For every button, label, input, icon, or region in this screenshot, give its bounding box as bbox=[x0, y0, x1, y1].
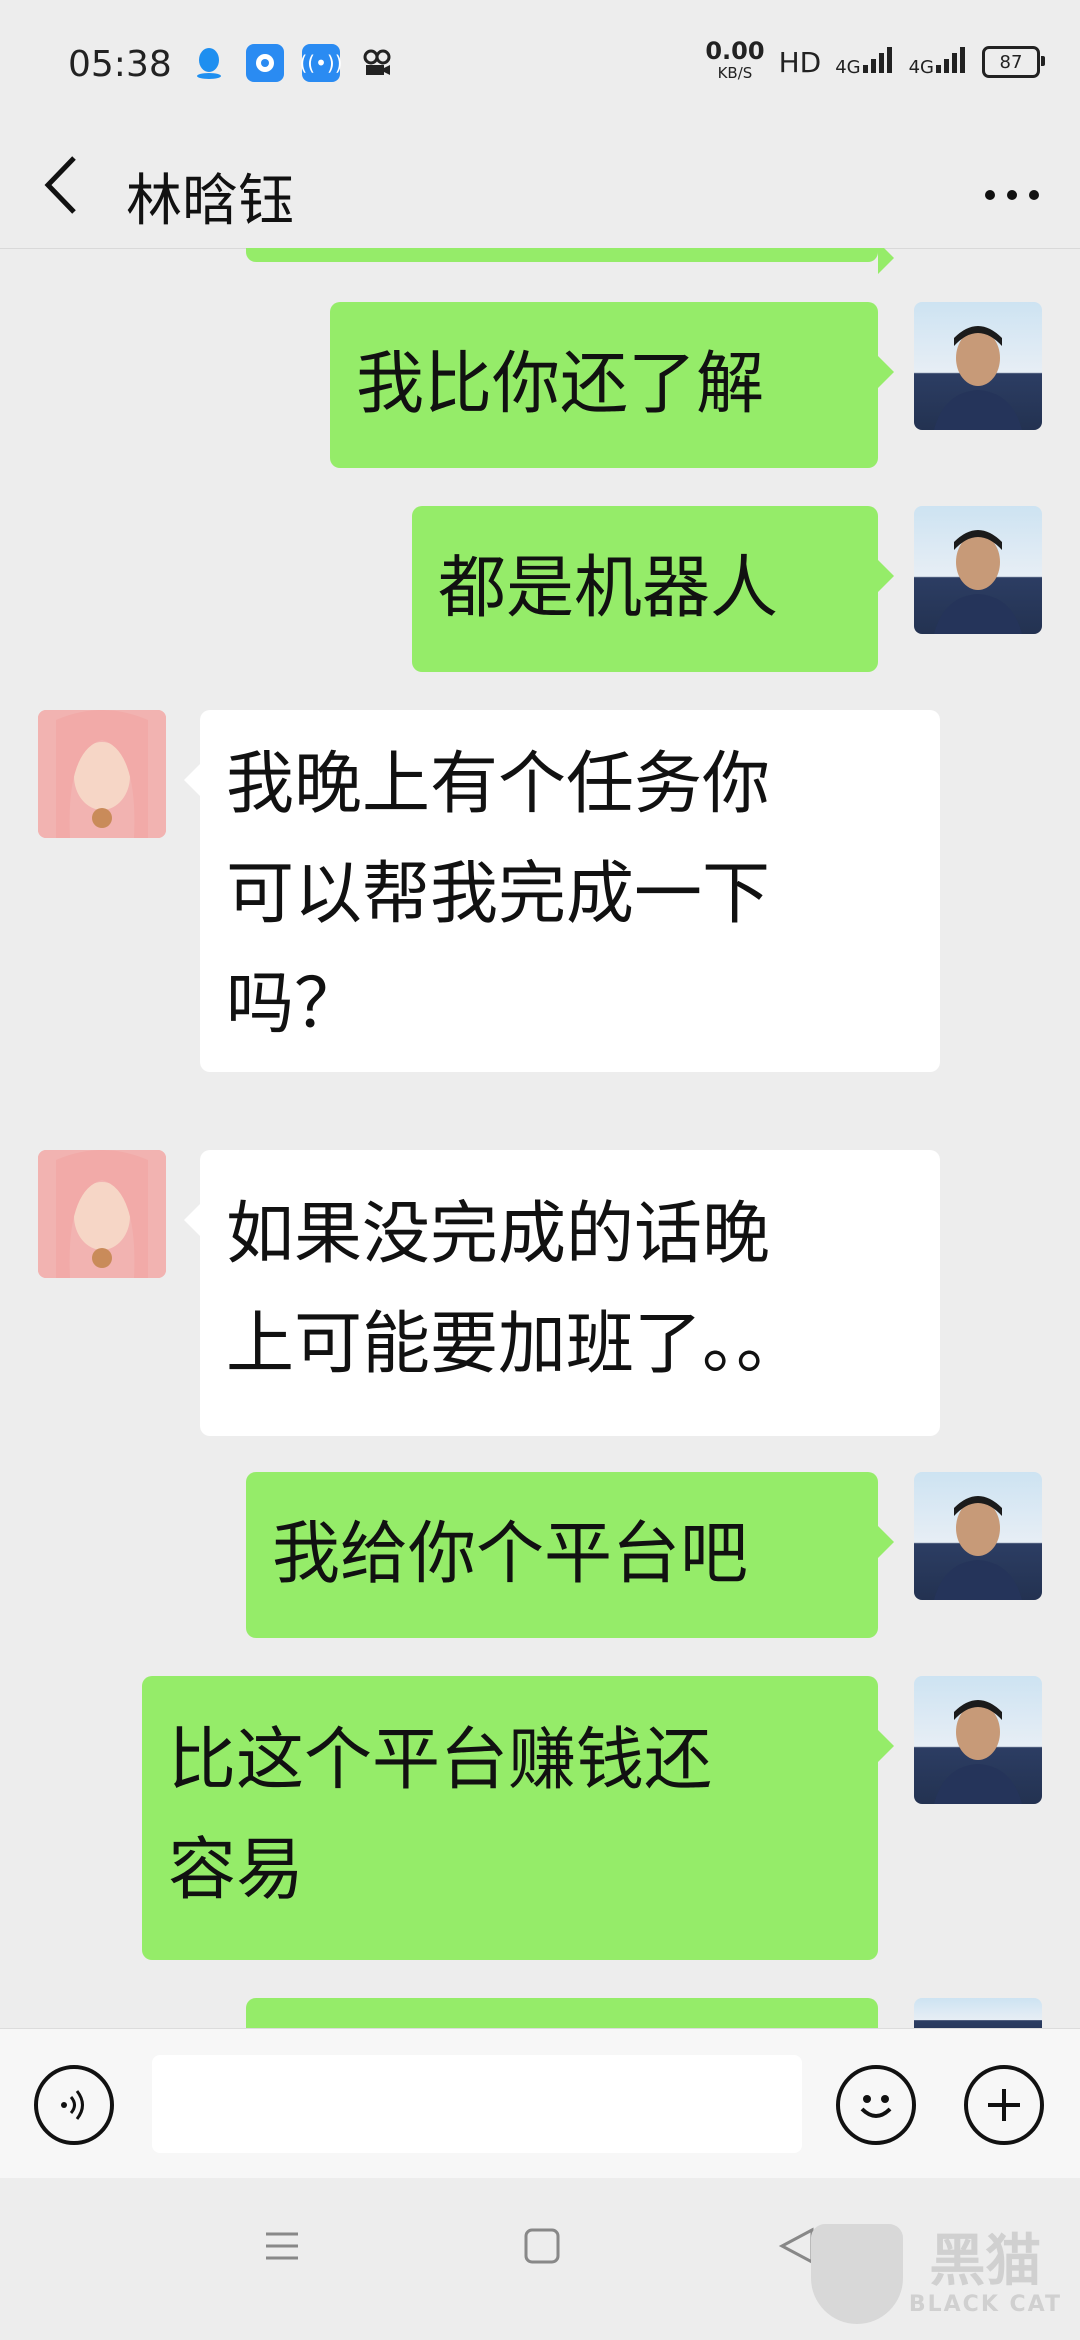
status-time: 05:38 bbox=[68, 44, 172, 85]
status-bar: 05:38 ((•)) 0.00 KB/S HD 4G 4G 87 bbox=[0, 0, 1080, 130]
signal-1: 4G bbox=[835, 46, 895, 78]
message-line: 吗？ bbox=[226, 965, 363, 1044]
hd-label: HD bbox=[778, 45, 822, 79]
message-input[interactable] bbox=[152, 2055, 802, 2153]
message-line: 上可能要加班了。。 bbox=[226, 1305, 805, 1384]
signal-2: 4G bbox=[908, 46, 968, 78]
message-line: 容易 bbox=[168, 1831, 305, 1910]
message-line: 如果没完成的话晚 bbox=[226, 1195, 771, 1274]
message-bubble-sent[interactable]: 我比你还了解 bbox=[330, 302, 894, 468]
plus-icon[interactable] bbox=[964, 2065, 1044, 2145]
message-line: 我晚上有个任务你 bbox=[226, 745, 771, 824]
voice-icon[interactable] bbox=[34, 2065, 114, 2145]
message-bubble-received[interactable]: 我晚上有个任务你 可以帮我完成一下 吗？ bbox=[184, 710, 940, 1072]
avatar-self[interactable] bbox=[914, 302, 1042, 430]
net-speed: 0.00 KB/S bbox=[705, 37, 765, 84]
watermark-text: 黑猫 BLACK CAT bbox=[908, 2228, 1062, 2317]
cat-logo-icon bbox=[810, 2224, 903, 2324]
avatar-self[interactable] bbox=[914, 1998, 1042, 2028]
message-bubble-received[interactable]: 如果没完成的话晚 上可能要加班了。。 bbox=[184, 1150, 940, 1436]
menu-icon[interactable] bbox=[262, 2226, 302, 2277]
net-speed-unit: KB/S bbox=[717, 64, 753, 82]
message-bubble-sent[interactable]: 我给你个平台吧 bbox=[246, 1472, 894, 1638]
qq-icon bbox=[190, 44, 228, 82]
watermark-en: BLACK CAT bbox=[908, 2291, 1062, 2317]
net-speed-value: 0.00 bbox=[705, 37, 765, 65]
emoji-icon[interactable] bbox=[836, 2065, 916, 2145]
avatar-contact[interactable] bbox=[38, 1150, 166, 1278]
status-app-icons: ((•)) bbox=[190, 44, 396, 82]
signal-2-label: 4G bbox=[908, 56, 934, 78]
contact-name: 林晗钰 bbox=[126, 169, 294, 234]
message-text: 都是机器人 bbox=[438, 549, 779, 628]
avatar-contact[interactable] bbox=[38, 710, 166, 838]
message-text: 我给你个平台吧 bbox=[272, 1515, 749, 1594]
message-bubble-partial-top[interactable] bbox=[246, 248, 894, 274]
signal-bars-icon bbox=[936, 46, 968, 78]
message-list[interactable]: 我比你还了解 都是机器人 我晚上有个任务你 可以帮我完成一下 吗？ 如果没完成的… bbox=[0, 248, 1080, 2028]
battery-icon: 87 bbox=[982, 46, 1045, 78]
message-bubble-partial-bottom[interactable] bbox=[246, 1998, 878, 2028]
signal-1-label: 4G bbox=[835, 56, 861, 78]
avatar-self[interactable] bbox=[914, 1676, 1042, 1804]
chat-header: 林晗钰 bbox=[0, 130, 1080, 249]
chevron-left-icon[interactable] bbox=[40, 150, 100, 230]
message-bubble-sent[interactable]: 比这个平台赚钱还 容易 bbox=[142, 1676, 894, 1960]
signal-bars-icon bbox=[862, 46, 895, 78]
battery-level: 87 bbox=[999, 51, 1023, 73]
message-line: 比这个平台赚钱还 bbox=[168, 1721, 713, 1800]
message-line: 可以帮我完成一下 bbox=[226, 855, 771, 934]
input-bar bbox=[0, 2028, 1080, 2179]
message-text: 我比你还了解 bbox=[356, 345, 765, 424]
system-nav-bar: 黑猫 BLACK CAT bbox=[0, 2178, 1080, 2340]
avatar-self[interactable] bbox=[914, 1472, 1042, 1600]
watermark: 黑猫 BLACK CAT bbox=[810, 2224, 1062, 2324]
watermark-cn: 黑猫 bbox=[929, 2228, 1042, 2294]
message-bubble-sent[interactable]: 都是机器人 bbox=[412, 506, 894, 672]
status-right-group: 0.00 KB/S HD 4G 4G 87 bbox=[705, 37, 1045, 84]
more-dots-icon[interactable] bbox=[982, 152, 1042, 222]
home-square-icon[interactable] bbox=[522, 2226, 562, 2277]
wifi-hotspot-icon: ((•)) bbox=[300, 44, 343, 82]
camera-icon bbox=[358, 44, 396, 82]
avatar-self[interactable] bbox=[914, 506, 1042, 634]
circle-app-icon bbox=[246, 44, 284, 82]
